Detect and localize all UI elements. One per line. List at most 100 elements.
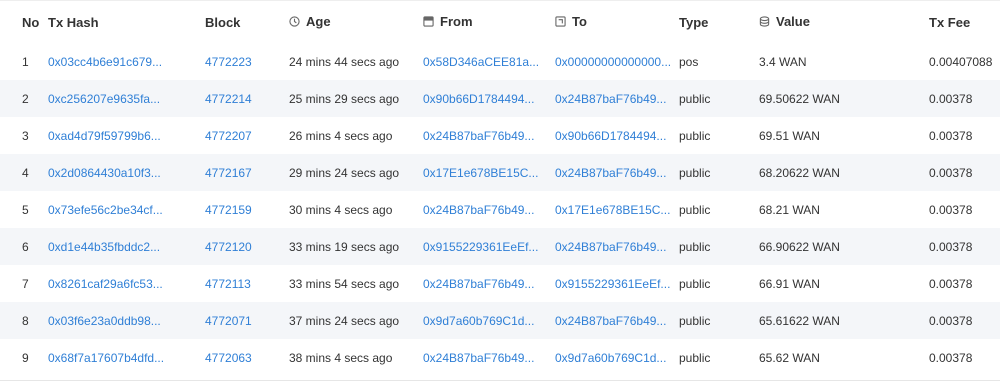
cell-age: 37 mins 24 secs ago	[289, 302, 423, 339]
age-text: 26 mins 4 secs ago	[289, 128, 393, 143]
cell-age: 33 mins 19 secs ago	[289, 228, 423, 265]
tx-hash-link[interactable]: 0x73efe56c2be34cf...	[48, 203, 205, 217]
to-address-link[interactable]: 0x00000000000000...	[555, 55, 679, 69]
tx-hash-link[interactable]: 0xd1e44b35fbddc2...	[48, 240, 205, 254]
cell-hash: 0x03cc4b6e91c679...	[48, 43, 205, 80]
from-address-link[interactable]: 0x9d7a60b769C1d...	[423, 314, 555, 328]
cell-to: 0x24B87baF76b49...	[555, 228, 679, 265]
tx-type: public	[679, 276, 711, 291]
cell-value: 3.4 WAN	[759, 43, 929, 80]
col-header-from: From	[423, 1, 555, 43]
age-text: 29 mins 24 secs ago	[289, 165, 400, 180]
cell-hash: 0xad4d79f59799b6...	[48, 117, 205, 154]
cell-fee: 0.00378	[929, 80, 1000, 117]
cell-hash: 0x68f7a17607b4dfd...	[48, 339, 205, 376]
cell-fee: 0.00378	[929, 191, 1000, 228]
col-header-block-label: Block	[205, 14, 241, 30]
cell-from: 0x24B87baF76b49...	[423, 339, 555, 376]
to-address-link[interactable]: 0x24B87baF76b49...	[555, 166, 679, 180]
col-header-value: Value	[759, 1, 929, 43]
cell-value: 65.62 WAN	[759, 339, 929, 376]
from-address-link[interactable]: 0x24B87baF76b49...	[423, 203, 555, 217]
cell-from: 0x24B87baF76b49...	[423, 265, 555, 302]
col-header-block: Block	[205, 1, 289, 43]
block-link[interactable]: 4772071	[205, 314, 289, 328]
to-address-link[interactable]: 0x90b66D1784494...	[555, 129, 679, 143]
cell-type: public	[679, 339, 759, 376]
tx-fee: 0.00378	[929, 128, 973, 143]
block-link[interactable]: 4772167	[205, 166, 289, 180]
cell-from: 0x24B87baF76b49...	[423, 117, 555, 154]
block-link[interactable]: 4772207	[205, 129, 289, 143]
cell-no: 5	[0, 191, 48, 228]
tx-type: public	[679, 239, 711, 254]
cell-value: 66.91 WAN	[759, 265, 929, 302]
cell-value: 68.21 WAN	[759, 191, 929, 228]
cell-type: public	[679, 265, 759, 302]
age-text: 33 mins 54 secs ago	[289, 276, 400, 291]
to-address-link[interactable]: 0x24B87baF76b49...	[555, 240, 679, 254]
cell-block: 4772207	[205, 117, 289, 154]
col-header-tx-hash: Tx Hash	[48, 1, 205, 43]
value-amount: 69.51 WAN	[759, 128, 820, 143]
cell-fee: 0.00378	[929, 302, 1000, 339]
block-link[interactable]: 4772214	[205, 92, 289, 106]
tx-type: public	[679, 350, 711, 365]
cell-to: 0x17E1e678BE15C...	[555, 191, 679, 228]
to-address-link[interactable]: 0x24B87baF76b49...	[555, 92, 679, 106]
row-number: 6	[22, 239, 29, 254]
address-icon	[423, 15, 434, 30]
value-amount: 66.90622 WAN	[759, 239, 840, 254]
tx-hash-link[interactable]: 0x03cc4b6e91c679...	[48, 55, 205, 69]
cell-hash: 0x03f6e23a0ddb98...	[48, 302, 205, 339]
table-row: 6 0xd1e44b35fbddc2... 4772120 33 mins 19 se…	[0, 228, 1000, 265]
row-number: 7	[22, 276, 29, 291]
tx-type: pos	[679, 54, 699, 69]
tx-hash-link[interactable]: 0xad4d79f59799b6...	[48, 129, 205, 143]
col-header-tx-fee: Tx Fee	[929, 1, 1000, 43]
block-link[interactable]: 4772223	[205, 55, 289, 69]
cell-from: 0x9155229361EeEf...	[423, 228, 555, 265]
from-address-link[interactable]: 0x24B87baF76b49...	[423, 277, 555, 291]
cell-to: 0x24B87baF76b49...	[555, 80, 679, 117]
block-link[interactable]: 4772113	[205, 277, 289, 291]
cell-block: 4772113	[205, 265, 289, 302]
cell-from: 0x17E1e678BE15C...	[423, 154, 555, 191]
tx-hash-link[interactable]: 0x03f6e23a0ddb98...	[48, 314, 205, 328]
tx-hash-link[interactable]: 0x68f7a17607b4dfd...	[48, 351, 205, 365]
from-address-link[interactable]: 0x24B87baF76b49...	[423, 129, 555, 143]
from-address-link[interactable]: 0x9155229361EeEf...	[423, 240, 555, 254]
from-address-link[interactable]: 0x17E1e678BE15C...	[423, 166, 555, 180]
col-header-age-label: Age	[306, 14, 331, 29]
block-link[interactable]: 4772159	[205, 203, 289, 217]
cell-fee: 0.00378	[929, 117, 1000, 154]
from-address-link[interactable]: 0x24B87baF76b49...	[423, 351, 555, 365]
from-address-link[interactable]: 0x58D346aCEE81a...	[423, 55, 555, 69]
tx-hash-link[interactable]: 0x2d0864430a10f3...	[48, 166, 205, 180]
cell-no: 7	[0, 265, 48, 302]
transactions-table-container: No Tx Hash Block Age From To Type Value …	[0, 0, 1000, 384]
col-header-tx-hash-label: Tx Hash	[48, 14, 99, 30]
cell-fee: 0.00378	[929, 339, 1000, 376]
tx-fee: 0.00378	[929, 91, 973, 106]
tx-hash-link[interactable]: 0xc256207e9635fa...	[48, 92, 205, 106]
cell-no: 4	[0, 154, 48, 191]
tx-fee: 0.00378	[929, 313, 973, 328]
block-link[interactable]: 4772063	[205, 351, 289, 365]
cell-block: 4772159	[205, 191, 289, 228]
row-number: 8	[22, 313, 29, 328]
cell-hash: 0xd1e44b35fbddc2...	[48, 228, 205, 265]
block-link[interactable]: 4772120	[205, 240, 289, 254]
tx-type: public	[679, 128, 711, 143]
to-address-link[interactable]: 0x9d7a60b769C1d...	[555, 351, 679, 365]
tx-hash-link[interactable]: 0x8261caf29a6fc53...	[48, 277, 205, 291]
cell-from: 0x9d7a60b769C1d...	[423, 302, 555, 339]
to-address-link[interactable]: 0x9155229361EeEf...	[555, 277, 679, 291]
cell-value: 66.90622 WAN	[759, 228, 929, 265]
to-address-link[interactable]: 0x17E1e678BE15C...	[555, 203, 679, 217]
from-address-link[interactable]: 0x90b66D1784494...	[423, 92, 555, 106]
cell-hash: 0x2d0864430a10f3...	[48, 154, 205, 191]
cell-from: 0x90b66D1784494...	[423, 80, 555, 117]
cell-to: 0x9d7a60b769C1d...	[555, 339, 679, 376]
to-address-link[interactable]: 0x24B87baF76b49...	[555, 314, 679, 328]
